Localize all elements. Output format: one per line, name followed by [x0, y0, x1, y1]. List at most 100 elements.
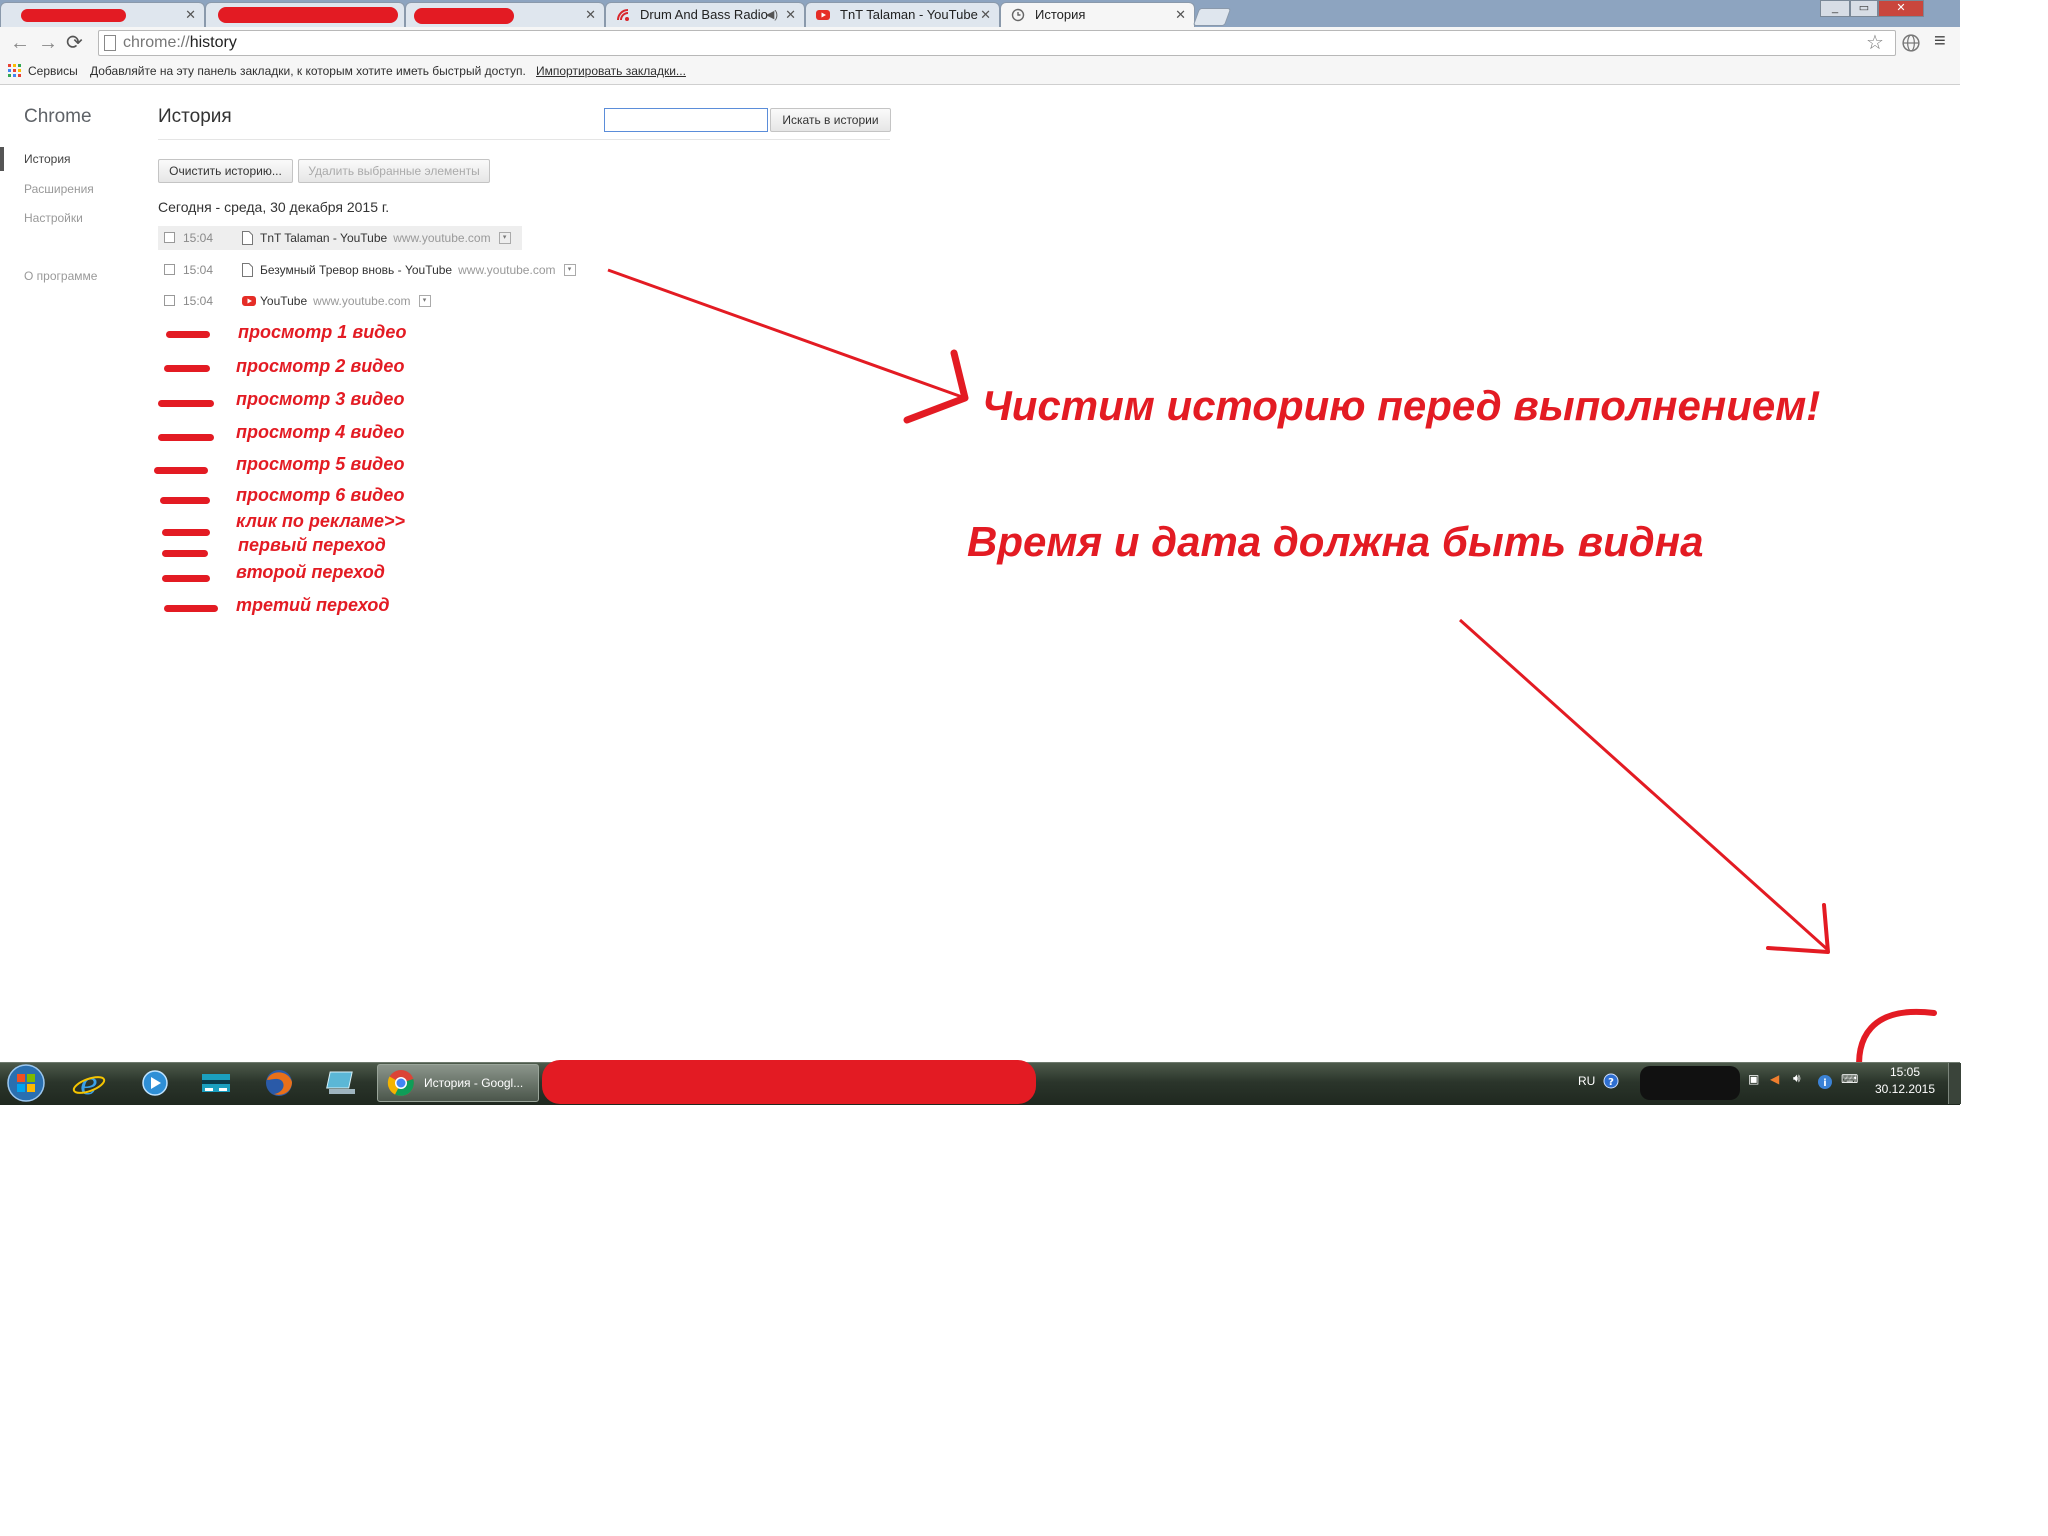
media-player-icon[interactable]: [138, 1068, 172, 1098]
minimize-button[interactable]: _: [1820, 0, 1850, 17]
redaction-mark: [160, 497, 210, 504]
tab-redacted-3[interactable]: ✕: [405, 2, 605, 27]
info-icon[interactable]: i: [1817, 1074, 1833, 1090]
annotation-main-note: Чистим историю перед выполнением!: [982, 382, 1821, 429]
redaction-mark: [164, 365, 210, 372]
close-window-button[interactable]: ✕: [1878, 0, 1924, 17]
entry-domain: www.youtube.com: [393, 231, 491, 245]
redaction-mark: [414, 8, 514, 24]
back-icon[interactable]: ←: [10, 32, 30, 54]
volume-icon[interactable]: 🔊︎: [1793, 1071, 1801, 1086]
chrome-icon: [387, 1070, 414, 1096]
tab-redacted-1[interactable]: ✕: [0, 2, 205, 27]
import-bookmarks-link[interactable]: Импортировать закладки...: [536, 59, 686, 84]
close-icon[interactable]: ✕: [585, 3, 596, 27]
tab-title: Drum And Bass Radio: [640, 7, 768, 22]
annotation-step: просмотр 1 видео: [238, 322, 407, 342]
svg-text:?: ?: [1608, 1077, 1614, 1088]
annotation-step: просмотр 2 видео: [236, 356, 405, 376]
tab-history[interactable]: История ✕: [1000, 2, 1195, 27]
redaction-mark: [158, 434, 214, 441]
clock-date: 30.12.2015: [1874, 1082, 1936, 1096]
tray-network-icon[interactable]: ▣: [1748, 1072, 1759, 1086]
svg-text:i: i: [1823, 1078, 1826, 1089]
close-icon[interactable]: ✕: [1175, 3, 1186, 27]
annotation-step: третий переход: [236, 595, 390, 615]
tab-tnt-talaman[interactable]: TnT Talaman - YouTube ✕: [805, 2, 1000, 27]
entry-title-link[interactable]: YouTube: [260, 294, 307, 308]
menu-icon[interactable]: ≡: [1934, 30, 1946, 53]
redaction-mark: [164, 605, 218, 612]
annotation-step: клик по рекламе>>: [236, 511, 406, 531]
language-indicator[interactable]: RU: [1578, 1074, 1595, 1088]
browser-window: ✕ ✕ Drum And Bass Radio ◀) ✕ TnT Talaman…: [0, 0, 1960, 1062]
internet-explorer-icon[interactable]: e: [72, 1068, 106, 1098]
reload-icon[interactable]: ⟳: [66, 32, 83, 54]
annotation-time-note: Время и дата должна быть видна: [967, 518, 1704, 565]
apps-grid-icon[interactable]: [8, 64, 22, 78]
entry-title-link[interactable]: Безумный Тревор вновь - YouTube: [260, 263, 452, 277]
help-icon[interactable]: ?: [1603, 1073, 1619, 1089]
tab-title: TnT Talaman - YouTube: [840, 7, 978, 22]
redaction-mark: [166, 331, 210, 338]
entry-time: 15:04: [183, 263, 214, 277]
address-bar[interactable]: chrome://history: [98, 30, 1896, 56]
history-entry[interactable]: 15:04 YouTube www.youtube.com ▾: [158, 289, 458, 313]
globe-icon[interactable]: [1902, 34, 1920, 52]
entry-checkbox[interactable]: [164, 295, 175, 306]
tab-strip: ✕ ✕ Drum And Bass Radio ◀) ✕ TnT Talaman…: [0, 0, 1960, 27]
entry-menu-icon[interactable]: ▾: [418, 294, 431, 307]
entry-menu-icon[interactable]: ▾: [563, 263, 576, 276]
chrome-brand: Chrome: [24, 106, 92, 127]
sidebar-item-history[interactable]: История: [24, 152, 71, 166]
speaker-icon: ◀): [765, 9, 778, 21]
redaction-mark: [162, 550, 208, 557]
redaction-mark: [218, 7, 398, 23]
firefox-icon[interactable]: [262, 1068, 296, 1098]
sidebar-item-about[interactable]: О программе: [24, 269, 97, 283]
restore-button[interactable]: ▭: [1850, 0, 1878, 17]
delete-selected-button: Удалить выбранные элементы: [298, 159, 490, 183]
youtube-icon: [242, 296, 256, 306]
tab-drum-and-bass[interactable]: Drum And Bass Radio ◀) ✕: [605, 2, 805, 27]
close-icon[interactable]: ✕: [185, 3, 196, 27]
show-desktop-button[interactable]: [1948, 1063, 1961, 1104]
sidebar-item-extensions[interactable]: Расширения: [24, 182, 94, 196]
search-history-button[interactable]: Искать в истории: [770, 108, 891, 132]
annotation-step: первый переход: [238, 535, 386, 555]
entry-checkbox[interactable]: [164, 264, 175, 275]
entry-checkbox[interactable]: [164, 232, 175, 243]
annotation-step: второй переход: [236, 562, 385, 582]
close-icon[interactable]: ✕: [785, 3, 796, 27]
network-tool-icon[interactable]: [325, 1068, 359, 1098]
bookmarks-hint: Добавляйте на эту панель закладки, к кот…: [90, 64, 526, 78]
system-clock[interactable]: 15:05 30.12.2015: [1860, 1064, 1950, 1098]
entry-domain: www.youtube.com: [313, 294, 411, 308]
tray-flag-icon[interactable]: ◀: [1770, 1072, 1779, 1086]
windows-start-icon[interactable]: [6, 1063, 46, 1103]
entry-menu-icon[interactable]: ▾: [498, 231, 511, 244]
redaction-mark: [158, 400, 214, 407]
url-path: history: [189, 34, 237, 51]
forward-icon[interactable]: →: [38, 32, 58, 54]
entry-title-link[interactable]: TnT Talaman - YouTube: [260, 231, 387, 245]
bookmark-star-icon[interactable]: ☆: [1866, 30, 1884, 55]
file-manager-icon[interactable]: [199, 1068, 233, 1098]
url-scheme: chrome://: [123, 34, 190, 51]
history-search-input[interactable]: [604, 108, 768, 132]
history-entry[interactable]: 15:04 Безумный Тревор вновь - YouTube www…: [158, 258, 598, 282]
clear-history-button[interactable]: Очистить историю...: [158, 159, 293, 183]
tray-keyboard-icon[interactable]: ⌨: [1841, 1072, 1858, 1086]
apps-shortcut[interactable]: Сервисы: [28, 59, 78, 84]
redaction-mark: [21, 9, 126, 22]
redaction-mark: [1640, 1066, 1740, 1100]
close-icon[interactable]: ✕: [980, 3, 991, 27]
entry-domain: www.youtube.com: [458, 263, 556, 277]
history-entry[interactable]: 15:04 TnT Talaman - YouTube www.youtube.c…: [158, 226, 522, 250]
new-tab-button[interactable]: [1192, 8, 1232, 26]
tab-redacted-2[interactable]: [205, 2, 405, 27]
radio-icon: [617, 9, 629, 21]
sidebar-item-settings[interactable]: Настройки: [24, 211, 83, 225]
page-icon: [242, 263, 253, 277]
redaction-mark: [162, 575, 210, 582]
